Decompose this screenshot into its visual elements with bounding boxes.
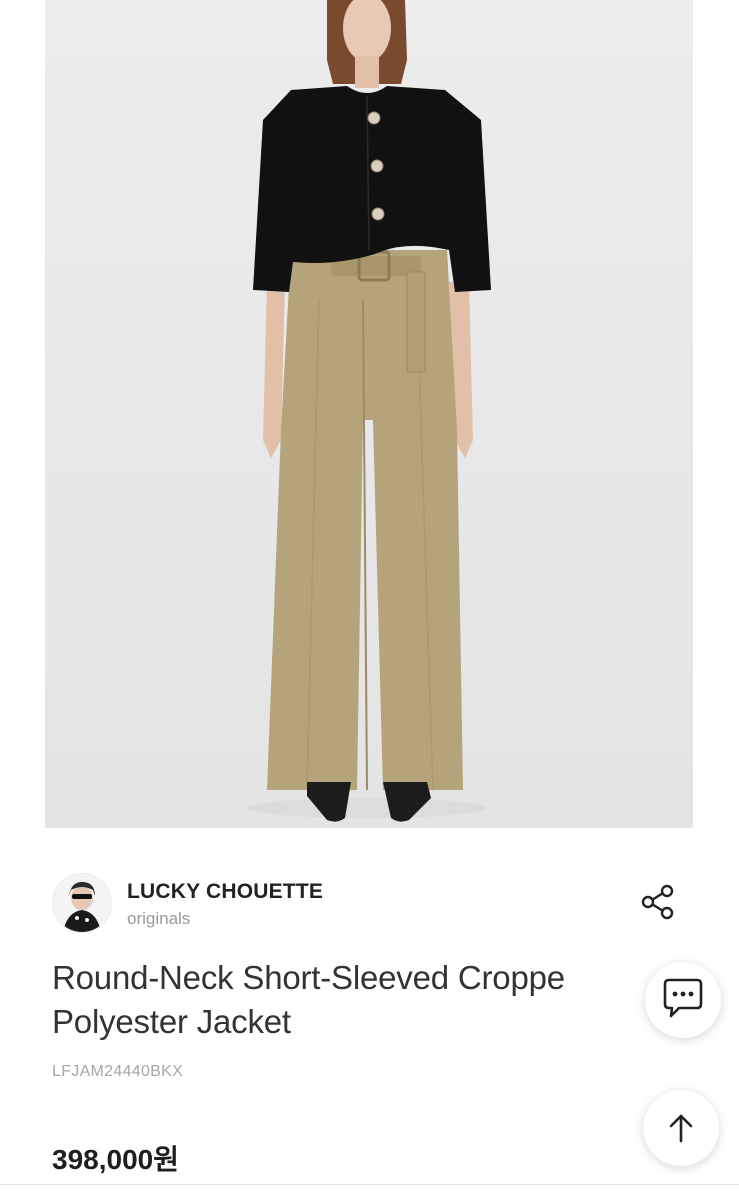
chat-button[interactable] xyxy=(645,962,721,1038)
bottom-divider xyxy=(0,1184,739,1185)
product-title-line-2: Polyester Jacket xyxy=(52,1003,291,1040)
brand-row[interactable]: LUCKY CHOUETTE originals xyxy=(52,872,692,934)
product-title-line-1: Round-Neck Short-Sleeved Croppe xyxy=(52,959,565,996)
brand-subtitle: originals xyxy=(127,909,191,928)
brand-avatar-image xyxy=(53,874,111,932)
product-price: 398,000원 xyxy=(52,1144,179,1175)
brand-name[interactable]: LUCKY CHOUETTE xyxy=(127,880,323,904)
product-sku: LFJAM24440BKX xyxy=(52,1063,184,1080)
product-detail-page: LUCKY CHOUETTE originals Round-Neck Shor… xyxy=(0,0,739,1200)
chat-bubble-icon xyxy=(663,978,703,1018)
brand-avatar[interactable] xyxy=(52,873,112,933)
arrow-up-icon xyxy=(669,1114,693,1143)
share-button[interactable] xyxy=(636,880,680,924)
product-image[interactable] xyxy=(45,0,693,828)
scroll-to-top-button[interactable] xyxy=(643,1090,719,1166)
product-illustration xyxy=(247,0,491,822)
share-icon xyxy=(641,884,674,920)
product-title: Round-Neck Short-Sleeved Croppe Polyeste… xyxy=(52,956,652,1046)
